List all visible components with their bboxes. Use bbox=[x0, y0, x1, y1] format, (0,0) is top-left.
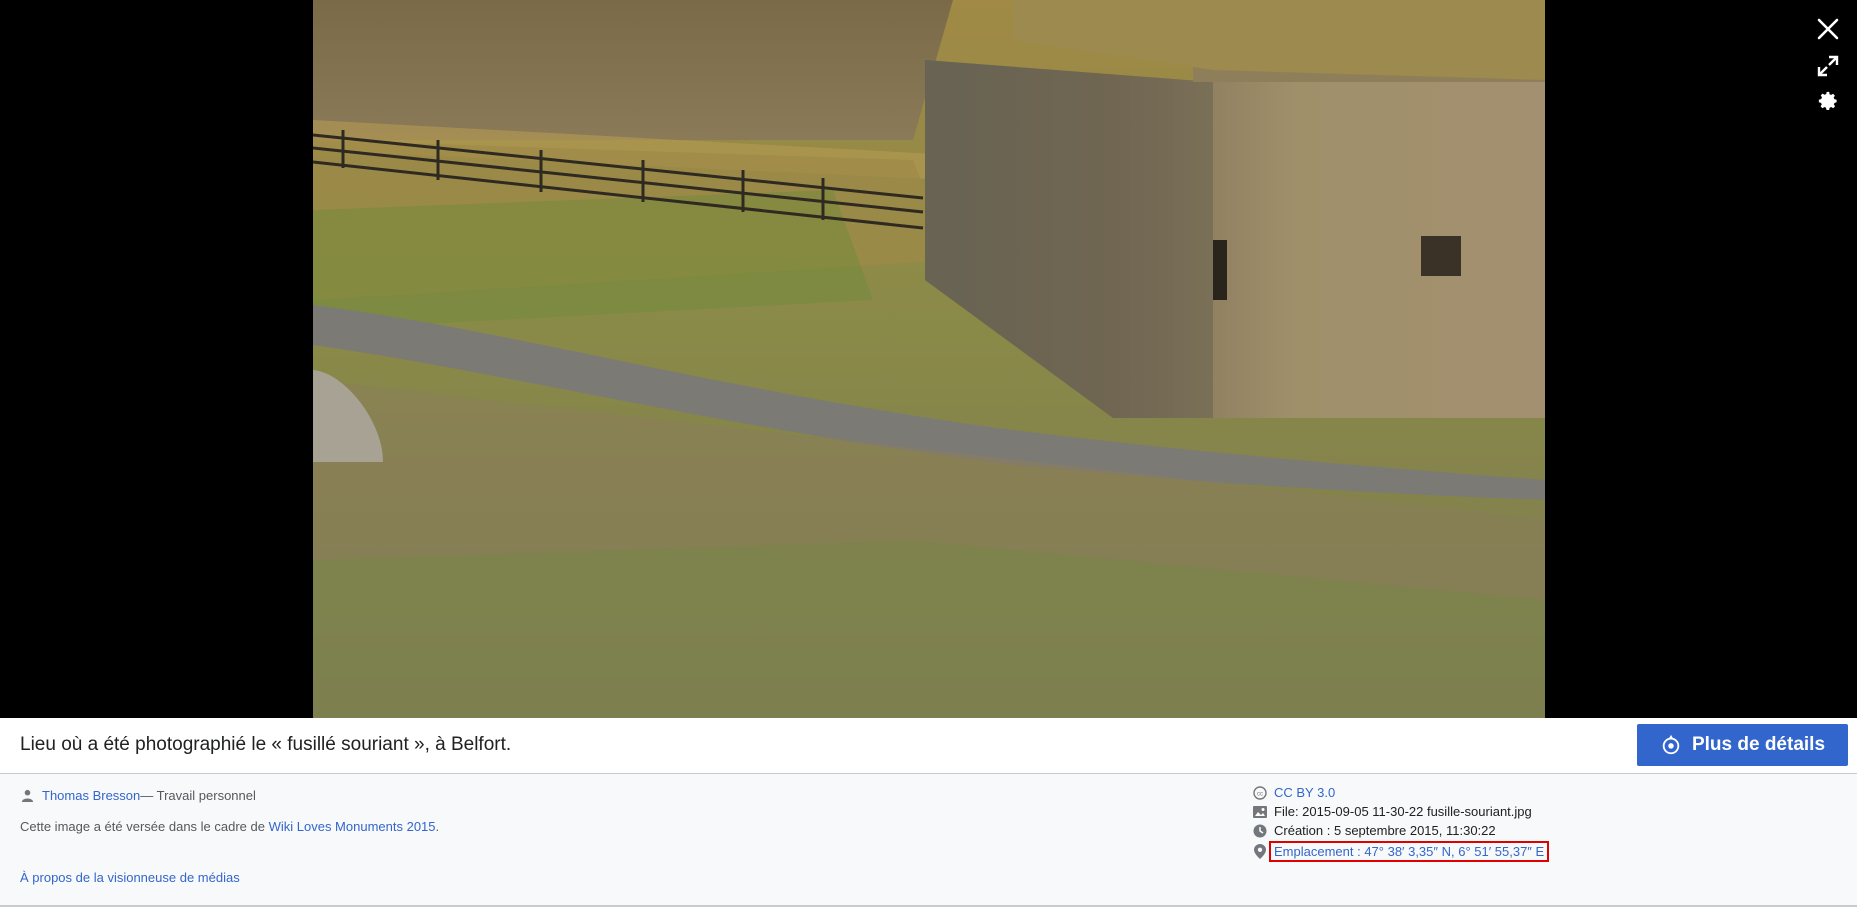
user-icon bbox=[20, 789, 34, 803]
more-details-label: Plus de détails bbox=[1691, 734, 1826, 755]
close-button[interactable] bbox=[1813, 14, 1843, 44]
creation-date: Création : 5 septembre 2015, 11:30:22 bbox=[1274, 823, 1496, 838]
image-file-icon bbox=[1253, 805, 1267, 819]
info-panel: Lieu où a été photographié le « fusillé … bbox=[0, 718, 1857, 907]
settings-button[interactable] bbox=[1813, 86, 1843, 116]
license-link[interactable]: CC BY 3.0 bbox=[1274, 785, 1335, 800]
author-link[interactable]: Thomas Bresson bbox=[42, 788, 140, 803]
file-row: File: 2015-09-05 11-30-22 fusille-souria… bbox=[1253, 804, 1532, 819]
location-link[interactable]: Emplacement : 47° 38′ 3,35″ N, 6° 51′ 55… bbox=[1269, 841, 1550, 862]
map-pin-icon bbox=[1253, 844, 1267, 859]
caption-bar: Lieu où a été photographié le « fusillé … bbox=[0, 718, 1857, 774]
author-suffix: — Travail personnel bbox=[140, 788, 256, 803]
creation-row: Création : 5 septembre 2015, 11:30:22 bbox=[1253, 823, 1496, 838]
contest-link[interactable]: Wiki Loves Monuments 2015 bbox=[269, 819, 436, 834]
contest-suffix: . bbox=[435, 819, 440, 834]
fullscreen-icon bbox=[1817, 55, 1839, 77]
location-row: Emplacement : 47° 38′ 3,35″ N, 6° 51′ 55… bbox=[1253, 841, 1550, 862]
contest-prefix: Cette image a été versée dans le cadre d… bbox=[20, 819, 269, 834]
image-caption: Lieu où a été photographié le « fusillé … bbox=[20, 734, 512, 755]
contest-row: Cette image a été versée dans le cadre d… bbox=[20, 819, 439, 834]
fullscreen-button[interactable] bbox=[1813, 51, 1843, 81]
commons-icon bbox=[1662, 734, 1680, 755]
clock-icon bbox=[1253, 824, 1267, 838]
close-icon bbox=[1817, 18, 1839, 40]
file-name: File: 2015-09-05 11-30-22 fusille-souria… bbox=[1274, 804, 1532, 819]
media-image bbox=[313, 0, 1545, 718]
more-details-button[interactable]: Plus de détails bbox=[1637, 724, 1848, 766]
about-viewer-link[interactable]: À propos de la visionneuse de médias bbox=[20, 870, 240, 885]
gear-icon bbox=[1818, 91, 1837, 110]
cc-icon: cc bbox=[1253, 785, 1267, 800]
svg-text:cc: cc bbox=[1257, 791, 1263, 797]
author-row: Thomas Bresson — Travail personnel bbox=[20, 788, 256, 803]
media-viewer-stage bbox=[0, 0, 1857, 718]
license-row: cc CC BY 3.0 bbox=[1253, 785, 1335, 800]
